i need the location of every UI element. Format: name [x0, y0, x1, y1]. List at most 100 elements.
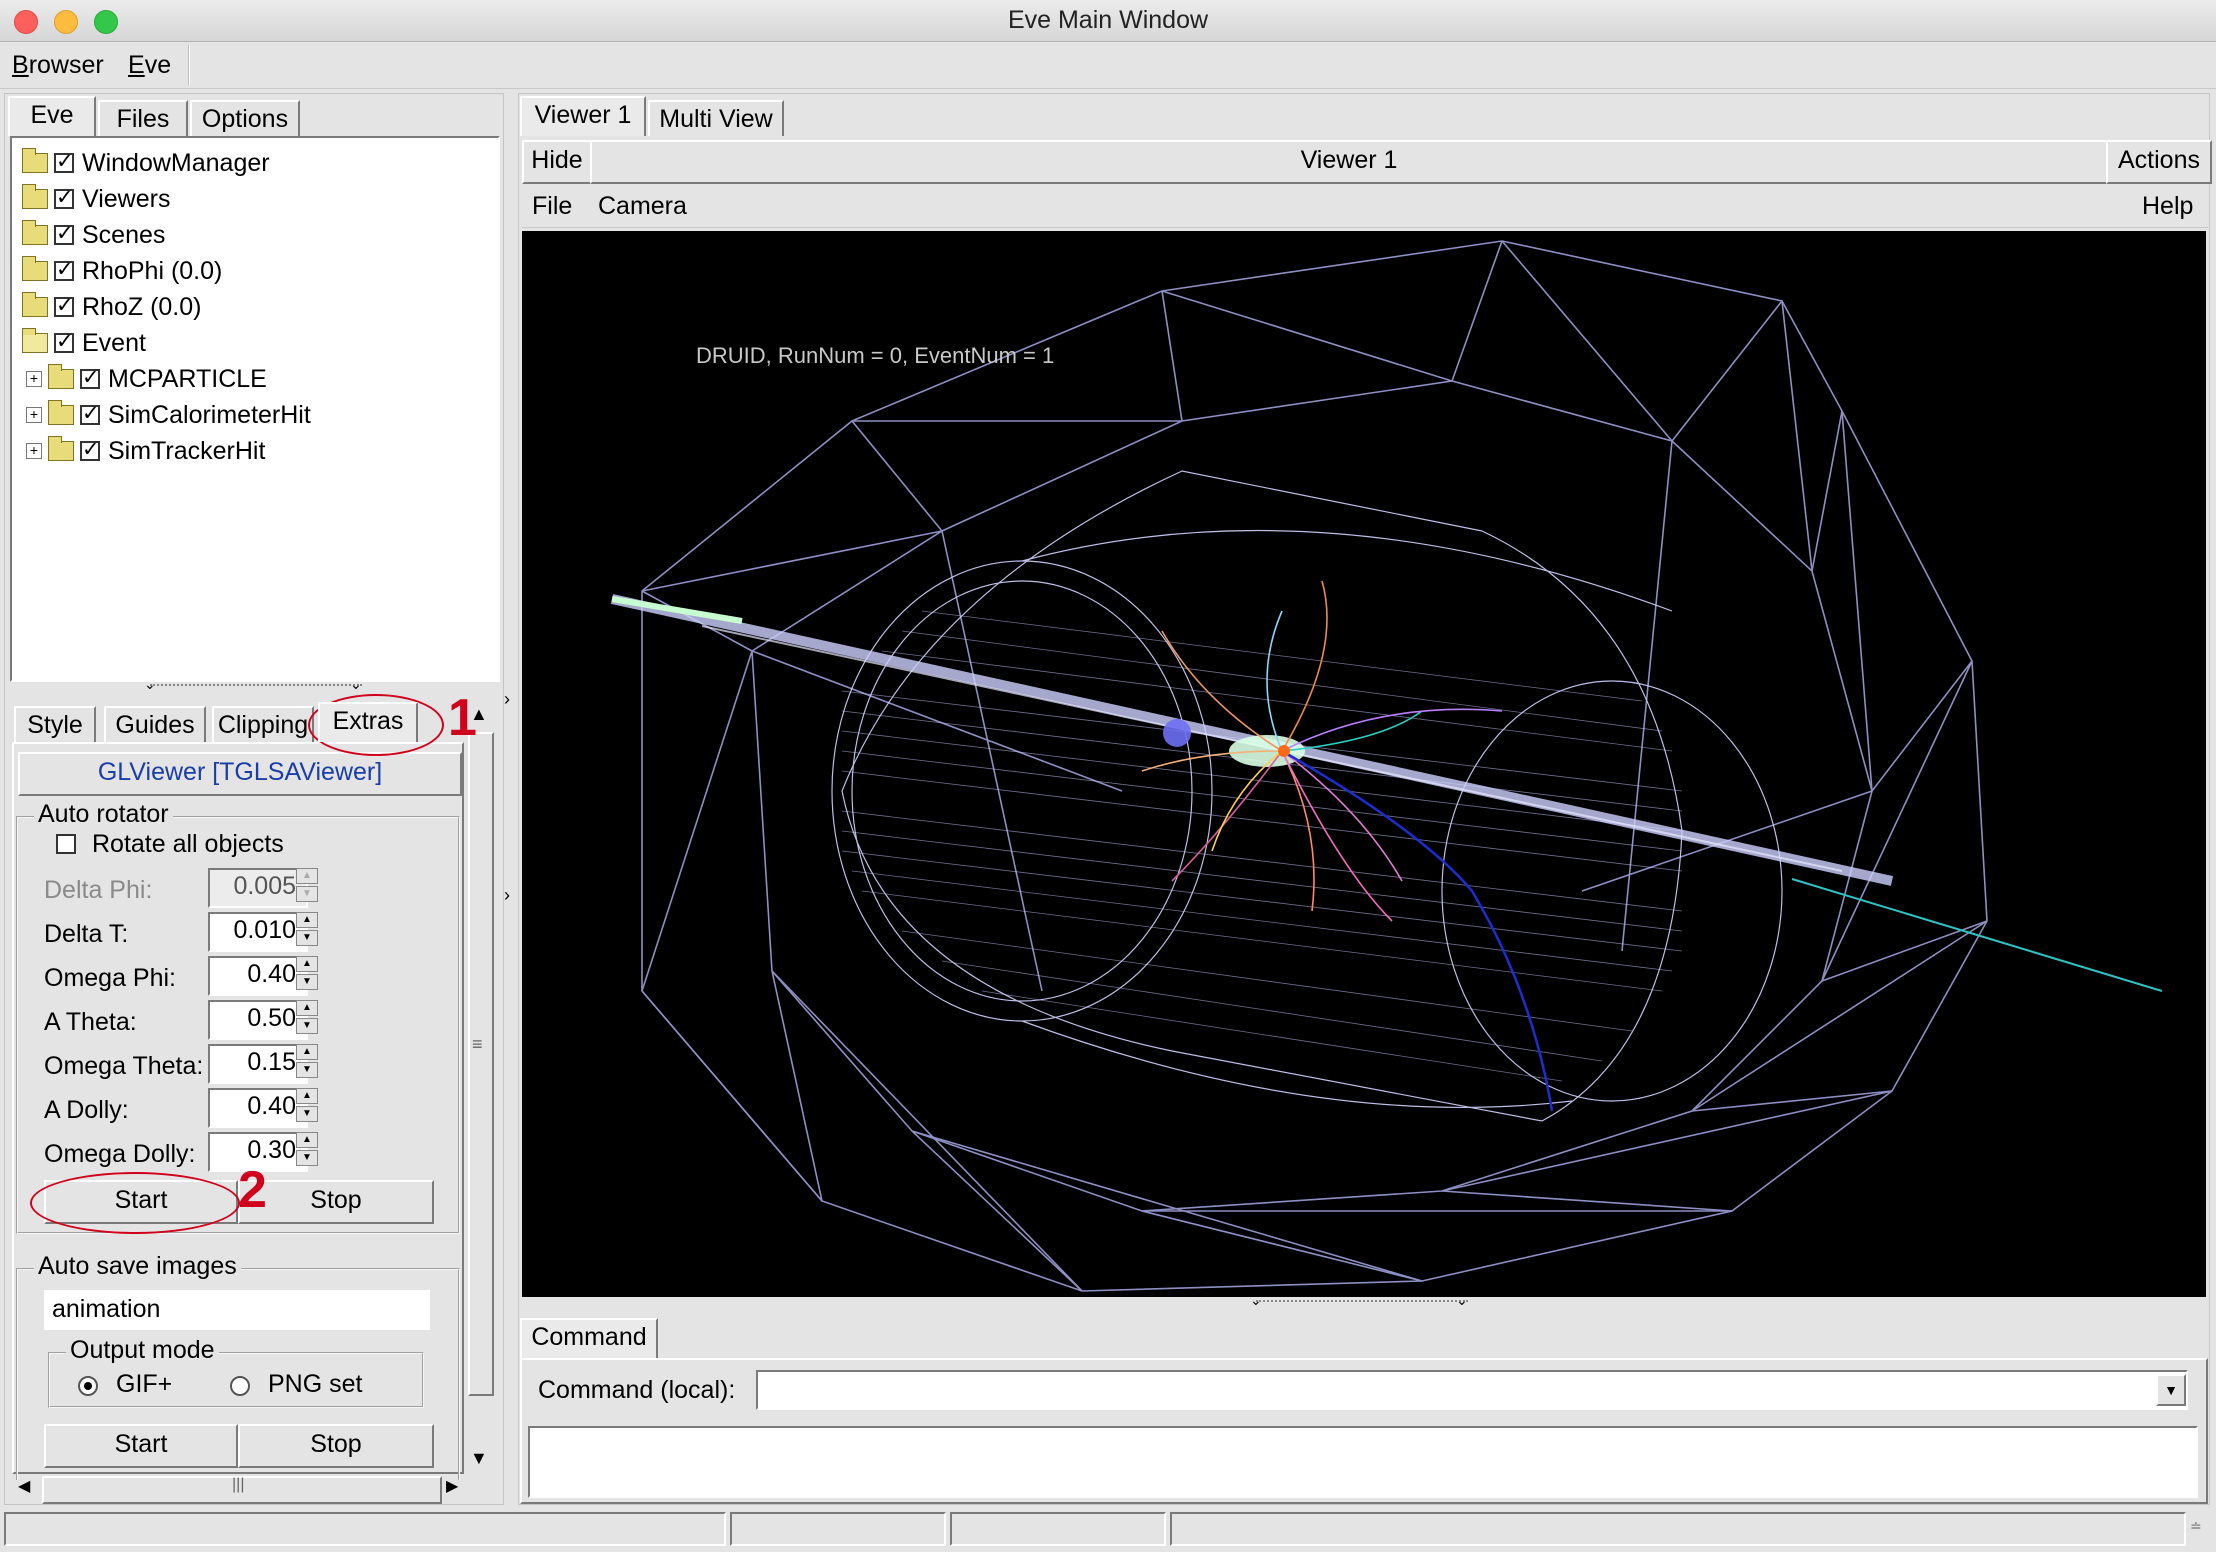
tree-item-viewers[interactable]: Viewers	[22, 182, 170, 216]
tab-guides[interactable]: Guides	[104, 706, 206, 742]
tree-item-scenes[interactable]: Scenes	[22, 218, 165, 252]
omega-phi-input[interactable]: 0.40	[208, 956, 308, 996]
editor-horizontal-scrollbar[interactable]: ◀ ||| ▶	[10, 1474, 462, 1504]
command-input[interactable]	[756, 1370, 2188, 1410]
command-dropdown-button[interactable]: ▼	[2156, 1374, 2186, 1406]
omega-theta-label: Omega Theta:	[44, 1052, 204, 1080]
a-dolly-input[interactable]: 0.40	[208, 1088, 308, 1128]
tab-viewer-1[interactable]: Viewer 1	[520, 96, 646, 136]
tree-item-windowmanager[interactable]: WindowManager	[22, 146, 270, 180]
tree-item-simtrackerhit[interactable]: + SimTrackerHit	[26, 434, 265, 468]
expand-plus-icon[interactable]: +	[26, 371, 42, 387]
tree-item-label: Scenes	[82, 220, 166, 249]
tab-options[interactable]: Options	[190, 100, 300, 136]
viewer-menu-file[interactable]: File	[532, 192, 572, 221]
menu-eve[interactable]: Eve	[128, 51, 171, 80]
scrollbar-thumb[interactable]: ≡	[468, 732, 494, 1396]
menu-browser[interactable]: Browser	[12, 51, 104, 80]
tab-style[interactable]: Style	[14, 706, 96, 742]
tab-command[interactable]: Command	[520, 1318, 658, 1358]
tree-item-label: SimCalorimeterHit	[108, 400, 311, 429]
a-dolly-spinner[interactable]: ▲ ▼	[296, 1088, 318, 1124]
menu-separator	[188, 45, 190, 85]
autosave-stop-button[interactable]: Stop	[238, 1424, 434, 1468]
tree-item-checkbox[interactable]	[80, 437, 100, 462]
gl-viewport[interactable]: DRUID, RunNum = 0, EventNum = 1	[522, 231, 2206, 1297]
tab-files[interactable]: Files	[98, 100, 188, 136]
chevron-down-icon: ⌄	[1456, 1292, 1468, 1308]
a-theta-input[interactable]: 0.50	[208, 1000, 308, 1040]
viewer-menu-help[interactable]: Help	[2142, 192, 2193, 221]
folder-icon	[22, 256, 48, 281]
folder-open-icon	[22, 328, 48, 353]
tab-multi-view[interactable]: Multi View	[648, 100, 784, 136]
a-theta-spinner[interactable]: ▲ ▼	[296, 1000, 318, 1036]
annotation-number-1: 1	[448, 689, 477, 747]
auto-save-filename-input[interactable]: animation	[44, 1290, 430, 1330]
hide-button[interactable]: Hide	[522, 140, 592, 184]
tree-item-checkbox[interactable]	[54, 329, 74, 354]
list-tree[interactable]: WindowManager Viewers Scenes RhoPhi (0.0…	[10, 136, 500, 682]
auto-rotator-title: Auto rotator	[34, 800, 173, 829]
tree-item-checkbox[interactable]	[54, 257, 74, 282]
detector-geometry-drawing	[610, 240, 2163, 1292]
tab-clipping[interactable]: Clipping	[212, 706, 314, 742]
tree-item-checkbox[interactable]	[54, 221, 74, 246]
tree-item-label: MCPARTICLE	[108, 364, 267, 393]
vertical-splitter[interactable]: › ›	[504, 93, 516, 1505]
editor-vertical-scrollbar[interactable]: ▲ ≡ ▼	[466, 704, 494, 1474]
omega-theta-spinner[interactable]: ▲ ▼	[296, 1044, 318, 1080]
omega-theta-input[interactable]: 0.15	[208, 1044, 308, 1084]
actions-button[interactable]: Actions	[2106, 140, 2212, 184]
tree-item-event[interactable]: Event	[22, 326, 146, 360]
delta-phi-label: Delta Phi:	[44, 876, 153, 904]
expand-plus-icon[interactable]: +	[26, 407, 42, 423]
tree-item-checkbox[interactable]	[54, 185, 74, 210]
window-title: Eve Main Window	[1007, 6, 1209, 34]
omega-dolly-spinner[interactable]: ▲ ▼	[296, 1132, 318, 1168]
delta-t-input[interactable]: 0.010	[208, 912, 308, 952]
tree-item-checkbox[interactable]	[80, 401, 100, 426]
status-cell-3	[950, 1512, 1166, 1546]
chevron-right-icon: ›	[504, 885, 510, 905]
tree-item-label: WindowManager	[82, 148, 270, 177]
resize-grip-icon[interactable]: ≐	[2190, 1518, 2212, 1548]
arrow-right-icon[interactable]: ▶	[446, 1476, 458, 1496]
grip-icon: |||	[232, 1476, 245, 1493]
gif-label: GIF+	[116, 1370, 173, 1398]
tab-extras[interactable]: Extras	[318, 702, 418, 742]
autosave-start-button[interactable]: Start	[44, 1424, 238, 1468]
tree-item-mcparticle[interactable]: + MCPARTICLE	[26, 362, 267, 396]
tab-eve[interactable]: Eve	[8, 96, 96, 136]
folder-icon	[48, 436, 74, 461]
hscroll-thumb[interactable]: |||	[42, 1476, 442, 1504]
glviewer-button[interactable]: GLViewer [TGLSAViewer]	[18, 752, 462, 796]
folder-icon	[22, 220, 48, 245]
horizontal-splitter[interactable]: ⌄ ⌄	[144, 676, 362, 698]
delta-t-spinner[interactable]: ▲ ▼	[296, 912, 318, 948]
omega-phi-spinner[interactable]: ▲ ▼	[296, 956, 318, 992]
viewer-horizontal-splitter[interactable]: ⌄ ⌄	[1250, 1292, 1468, 1312]
tree-item-label: RhoPhi (0.0)	[82, 256, 223, 285]
rotator-stop-button[interactable]: Stop	[238, 1180, 434, 1224]
tree-item-checkbox[interactable]	[54, 149, 74, 174]
title-bar: Eve Main Window	[0, 0, 2216, 42]
arrow-down-icon[interactable]: ▼	[470, 1448, 488, 1469]
rotate-all-label: Rotate all objects	[92, 830, 284, 858]
rotate-all-checkbox[interactable]	[56, 834, 76, 854]
tree-item-rhoz[interactable]: RhoZ (0.0)	[22, 290, 201, 324]
tree-item-checkbox[interactable]	[80, 365, 100, 390]
delta-phi-input[interactable]: 0.005	[208, 868, 308, 908]
png-radio[interactable]	[230, 1376, 250, 1396]
expand-plus-icon[interactable]: +	[26, 443, 42, 459]
triangle-down-icon: ▼	[2164, 1382, 2178, 1398]
tree-item-simcalorimeterhit[interactable]: + SimCalorimeterHit	[26, 398, 311, 432]
viewer-menu-camera[interactable]: Camera	[598, 192, 687, 221]
tree-item-label: Event	[82, 328, 146, 357]
status-cell-1	[4, 1512, 726, 1546]
gif-radio[interactable]	[78, 1376, 98, 1396]
tree-item-rhophi[interactable]: RhoPhi (0.0)	[22, 254, 222, 288]
arrow-left-icon[interactable]: ◀	[18, 1476, 30, 1496]
tree-item-checkbox[interactable]	[54, 293, 74, 318]
delta-phi-spinner[interactable]: ▲ ▼	[296, 868, 318, 904]
